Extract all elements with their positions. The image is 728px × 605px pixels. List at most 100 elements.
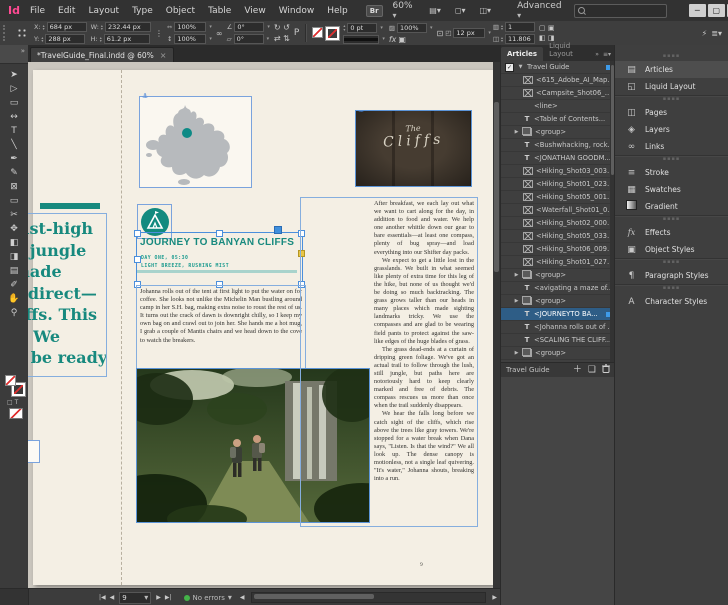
new-article-icon[interactable]: ❏ — [588, 365, 596, 375]
dock-item-pages[interactable]: ◫Pages — [615, 104, 728, 121]
view-options-icon[interactable]: ▤▾ — [429, 6, 441, 15]
collapse-panel-icon[interactable]: » — [595, 51, 599, 58]
height-field[interactable]: 61.2 px — [104, 34, 150, 44]
menu-view[interactable]: View — [244, 6, 265, 16]
corner-radius-field[interactable]: 12 px — [453, 28, 485, 38]
document-canvas[interactable]: aist-highd junglemadey direct—liffs. Thi… — [28, 62, 500, 588]
dock-drag-handle[interactable]: ▪▪▪▪ — [615, 96, 728, 104]
panel-grip[interactable] — [3, 25, 10, 41]
article-item[interactable]: T<Bushwhacking, rock ... — [501, 139, 615, 152]
tab-liquid-layout[interactable]: Liquid Layout — [543, 39, 595, 61]
maximize-button[interactable]: ▢ — [708, 4, 725, 17]
frame-handle[interactable] — [216, 230, 223, 237]
article-item[interactable]: ▶<group> — [501, 269, 615, 282]
width-field[interactable]: 232.44 px — [105, 22, 151, 32]
text-wrap-none-icon[interactable]: ▢ — [539, 24, 546, 32]
preflight-label[interactable]: No errors — [193, 594, 225, 602]
rectangle-frame-tool[interactable]: ⊠ — [3, 180, 25, 194]
shear-angle-field[interactable]: 0° — [234, 34, 264, 44]
article-item[interactable]: T<avigating a maze of... — [501, 282, 615, 295]
rectangle-tool[interactable]: ▭ — [3, 194, 25, 208]
pullquote-rule[interactable] — [40, 203, 100, 209]
include-checkbox[interactable]: ✓ — [505, 63, 514, 72]
expand-icon[interactable]: ▶ — [513, 298, 520, 304]
menu-file[interactable]: File — [30, 6, 45, 16]
arrange-documents-icon[interactable]: ◫▾ — [480, 6, 492, 15]
menu-table[interactable]: Table — [208, 6, 231, 16]
corner-options-icon[interactable]: ◰ — [445, 29, 451, 37]
frame-handle[interactable] — [134, 230, 141, 237]
pasteboard-frame[interactable] — [28, 440, 40, 463]
fill-color-swatch[interactable] — [5, 375, 16, 386]
dock-item-layers[interactable]: ◈Layers — [615, 121, 728, 138]
menu-edit[interactable]: Edit — [58, 6, 75, 16]
first-page-button[interactable]: |◀ — [99, 594, 106, 601]
chevron-down-icon[interactable]: ▾ — [228, 593, 232, 602]
wood-sign-image-frame[interactable]: ⚓ The Cliffs — [355, 110, 472, 187]
article-item[interactable]: <Waterfall_Shot01_0... — [501, 204, 615, 217]
scale-y-field[interactable]: 100% — [174, 34, 206, 44]
headline-text-frame[interactable]: JOURNEY TO BANYAN CLIFFS DAY ONE, 05:30 … — [136, 232, 303, 286]
effects-icon[interactable]: fx — [389, 35, 397, 44]
dock-item-articles[interactable]: ▤Articles — [615, 61, 728, 78]
eyedropper-tool[interactable]: ✐ — [3, 278, 25, 292]
add-content-icon[interactable]: ＋ — [573, 365, 582, 375]
free-transform-tool[interactable]: ✥ — [3, 222, 25, 236]
gradient-feather-tool[interactable]: ◨ — [3, 250, 25, 264]
article-item[interactable]: T<SCALING THE CLIFF... — [501, 334, 615, 347]
zoom-level-dropdown[interactable]: 60% ▾ — [393, 1, 418, 21]
article-item[interactable]: <Hiking_Shot02_0001... — [501, 217, 615, 230]
gap-tool[interactable]: ↔ — [3, 110, 25, 124]
vertical-scroll-thumb[interactable] — [494, 102, 499, 272]
menu-window[interactable]: Window — [279, 6, 315, 16]
formatting-affects-icons[interactable]: □T — [7, 399, 20, 406]
previous-page-button[interactable]: ◀ — [110, 594, 115, 601]
dock-drag-handle[interactable]: ▪▪▪▪ — [615, 285, 728, 293]
dock-item-swatches[interactable]: ▦Swatches — [615, 181, 728, 198]
last-page-button[interactable]: ▶| — [165, 594, 172, 601]
selection-tool[interactable]: ➤ — [3, 68, 25, 82]
search-input[interactable] — [574, 4, 667, 18]
panel-menu-icon[interactable]: ≣▾ — [711, 29, 722, 38]
map-image-frame[interactable]: ⚓ — [139, 96, 252, 188]
expand-icon[interactable]: ▶ — [513, 272, 520, 278]
apply-none-button[interactable] — [9, 408, 23, 419]
stroke-swatch-none[interactable] — [326, 27, 339, 40]
zoom-tool[interactable]: ⚲ — [3, 306, 25, 320]
dock-drag-handle[interactable]: ▪▪▪▪ — [615, 259, 728, 267]
menu-object[interactable]: Object — [166, 6, 195, 16]
type-tool[interactable]: T — [3, 124, 25, 138]
column2-text-frame[interactable]: After breakfast, we each lay out what we… — [300, 197, 478, 527]
article-item[interactable]: <line> — [501, 100, 615, 113]
article-item[interactable]: T<TAKING THE PLUNG... — [501, 360, 615, 362]
dock-item-stroke[interactable]: ≡Stroke — [615, 164, 728, 181]
horizontal-scrollbar[interactable] — [251, 592, 487, 603]
next-page-button[interactable]: ▶ — [156, 594, 161, 601]
line-tool[interactable]: ╲ — [3, 138, 25, 152]
pencil-tool[interactable]: ✎ — [3, 166, 25, 180]
scissors-tool[interactable]: ✂ — [3, 208, 25, 222]
rotation-angle-field[interactable]: 0° — [234, 22, 264, 32]
delete-article-icon[interactable] — [602, 364, 610, 376]
rotate-cw-icon[interactable]: ↻ — [274, 23, 281, 32]
frame-handle[interactable] — [134, 256, 141, 263]
scale-x-field[interactable]: 100% — [174, 22, 206, 32]
constrain-dimensions-icon[interactable]: ⋮ — [155, 29, 163, 38]
article-item[interactable]: T<Table of Contents... — [501, 113, 615, 126]
hand-tool[interactable]: ✋ — [3, 292, 25, 306]
article-item[interactable]: ▶<group> — [501, 347, 615, 360]
workspace-switcher[interactable]: Advanced ▾ — [517, 1, 564, 21]
gradient-tool[interactable]: ◧ — [3, 236, 25, 250]
panel-menu-icon[interactable]: ≡▾ — [603, 51, 611, 58]
text-wrap-icon[interactable]: ▣ — [548, 24, 555, 32]
vertical-scrollbar[interactable] — [493, 62, 500, 588]
page-number-field[interactable]: 9 ▾ — [119, 592, 151, 604]
article-item[interactable]: T<JOURNEYTO BA... — [501, 308, 615, 321]
article-item[interactable]: <Hiking_Shot06_0098... — [501, 243, 615, 256]
horizontal-scroll-thumb[interactable] — [254, 594, 374, 599]
frame-fitting-icon[interactable]: ⊡ — [437, 29, 444, 38]
dock-item-paragraph-styles[interactable]: ¶Paragraph Styles — [615, 267, 728, 284]
frame-adornment-blue[interactable] — [274, 226, 282, 234]
article-item[interactable]: <Campsite_Shot06_0... — [501, 87, 615, 100]
menu-layout[interactable]: Layout — [88, 6, 119, 16]
